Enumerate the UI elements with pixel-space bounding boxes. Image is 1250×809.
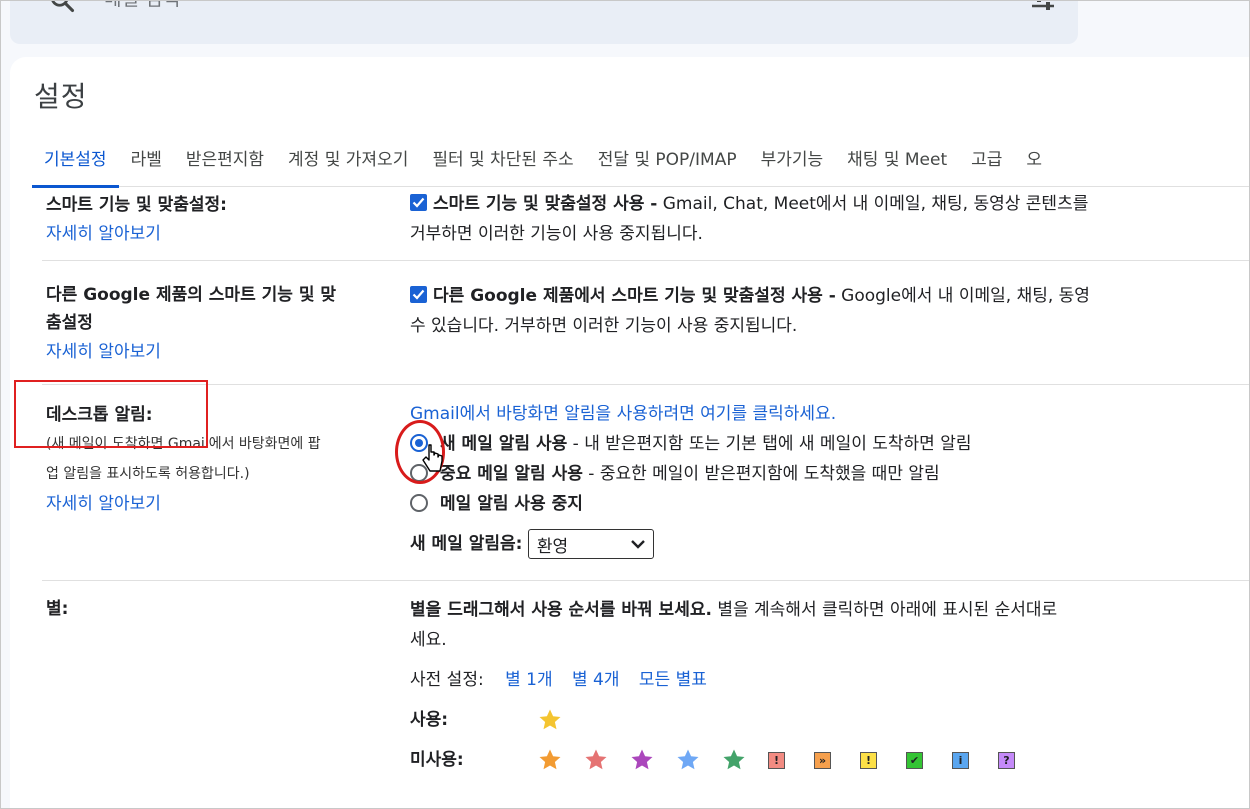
stars-row: 별: 별을 드래그해서 사용 순서를 바꿔 보세요. 별을 계속해서 클릭하면 … bbox=[42, 581, 1250, 809]
tab-forwarding-pop-imap[interactable]: 전달 및 POP/IMAP bbox=[586, 131, 749, 187]
yellow-star-icon[interactable] bbox=[538, 705, 584, 735]
search-options-icon[interactable] bbox=[1028, 0, 1058, 12]
chevron-down-icon bbox=[631, 540, 645, 549]
tab-inbox[interactable]: 받은편지함 bbox=[174, 131, 276, 187]
tab-accounts-import[interactable]: 계정 및 가져오기 bbox=[276, 131, 420, 187]
google-products-checkbox-label: 다른 Google 제품에서 스마트 기능 및 맞춤설정 사용 - bbox=[433, 286, 836, 306]
smart-features-label: 스마트 기능 및 맞춤설정: bbox=[46, 195, 227, 215]
orange-guillemet-icon-glyph: » bbox=[814, 751, 831, 769]
tab-chat-meet[interactable]: 채팅 및 Meet bbox=[835, 131, 959, 187]
green-check-icon-glyph: ✔ bbox=[906, 751, 923, 769]
yellow-bang-icon-glyph: ! bbox=[860, 751, 877, 769]
tab-general[interactable]: 기본설정 bbox=[32, 131, 119, 188]
search-icon[interactable] bbox=[48, 0, 76, 14]
orange-star-icon[interactable] bbox=[538, 745, 584, 775]
enable-desktop-notifications-link[interactable]: Gmail에서 바탕화면 알림을 사용하려면 여기를 클릭하세요. bbox=[410, 399, 1250, 429]
smart-features-description: Gmail, Chat, Meet에서 내 이메일, 채팅, 동영상 콘텐츠를 bbox=[657, 194, 1089, 214]
tab-addons[interactable]: 부가기능 bbox=[749, 131, 836, 187]
green-star-icon[interactable] bbox=[722, 745, 768, 775]
google-products-label: 다른 Google 제품의 스마트 기능 및 맞 bbox=[46, 285, 337, 305]
blue-star-icon[interactable] bbox=[676, 745, 722, 775]
new-mail-sound-select[interactable]: 환영 bbox=[527, 529, 654, 559]
stars-instruction-rest: 별을 계속해서 클릭하면 아래에 표시된 순서대로 bbox=[711, 600, 1058, 620]
mouse-cursor-icon bbox=[422, 444, 443, 472]
desktop-notifications-row: 데스크톱 알림: (새 메일이 도착하면 Gmail에서 바탕화면에 팝 업 알… bbox=[42, 385, 1250, 581]
important-mail-notifications-title: 중요 메일 알림 사용 bbox=[440, 464, 583, 484]
highlight-box bbox=[14, 380, 208, 448]
stars-instruction-bold: 별을 드래그해서 사용 순서를 바꿔 보세요. bbox=[410, 600, 712, 620]
yellow-bang-icon[interactable]: ! bbox=[860, 745, 906, 775]
purple-question-icon-glyph: ? bbox=[998, 751, 1015, 769]
search-input[interactable] bbox=[104, 0, 704, 12]
red-bang-icon-glyph: ! bbox=[768, 751, 785, 769]
new-mail-sound-value: 환영 bbox=[536, 537, 569, 557]
stars-label: 별: bbox=[46, 599, 69, 619]
stars-not-in-use-label: 미사용: bbox=[410, 750, 464, 770]
green-check-icon[interactable]: ✔ bbox=[906, 745, 952, 775]
blue-info-icon-glyph: i bbox=[952, 751, 969, 769]
smart-features-checkbox[interactable] bbox=[410, 194, 427, 211]
new-mail-notifications-desc: - 내 받은편지함 또는 기본 탭에 새 메일이 도착하면 알림 bbox=[567, 434, 972, 454]
google-products-label-2: 춤설정 bbox=[46, 313, 93, 333]
red-bang-icon[interactable]: ! bbox=[768, 745, 814, 775]
blue-info-icon[interactable]: i bbox=[952, 745, 998, 775]
preset-all-stars-link[interactable]: 모든 별표 bbox=[639, 670, 707, 690]
presets-label: 사전 설정: bbox=[410, 670, 484, 690]
preset-four-stars-link[interactable]: 별 4개 bbox=[572, 670, 620, 690]
google-products-description-2: 수 있습니다. 거부하면 이러한 기능이 사용 중지됩니다. bbox=[410, 316, 798, 336]
google-products-row: 다른 Google 제품의 스마트 기능 및 맞 춤설정 자세히 알아보기 다른… bbox=[42, 261, 1250, 385]
tab-offline[interactable]: 오 bbox=[1014, 131, 1054, 187]
google-products-help-link[interactable]: 자세히 알아보기 bbox=[46, 337, 336, 367]
page-title: 설정 bbox=[34, 80, 88, 113]
purple-star-icon[interactable] bbox=[630, 745, 676, 775]
stars-not-in-use-list: ! »! ✔ i? bbox=[538, 745, 1044, 775]
mail-notifications-off-radio[interactable] bbox=[410, 494, 428, 512]
search-bar[interactable] bbox=[10, 0, 1078, 44]
orange-guillemet-icon[interactable]: » bbox=[814, 745, 860, 775]
mail-notifications-off-title: 메일 알림 사용 중지 bbox=[440, 494, 583, 514]
new-mail-notifications-title: 새 메일 알림 사용 bbox=[440, 434, 568, 454]
stars-in-use-label: 사용: bbox=[410, 710, 449, 730]
stars-in-use-list bbox=[538, 705, 584, 735]
new-mail-sound-label: 새 메일 알림음: bbox=[410, 534, 523, 554]
smart-features-checkbox-label: 스마트 기능 및 맞춤설정 사용 - bbox=[433, 194, 658, 214]
stars-instruction-2: 세요. bbox=[410, 630, 447, 650]
google-products-description: Google에서 내 이메일, 채팅, 동영 bbox=[835, 286, 1090, 306]
smart-features-row: 스마트 기능 및 맞춤설정: 자세히 알아보기 스마트 기능 및 맞춤설정 사용… bbox=[42, 187, 1250, 261]
tab-advanced[interactable]: 고급 bbox=[959, 131, 1014, 187]
desktop-notifications-help-link[interactable]: 자세히 알아보기 bbox=[46, 489, 321, 519]
settings-tabs: 기본설정 라벨 받은편지함 계정 및 가져오기 필터 및 차단된 주소 전달 및… bbox=[32, 131, 1250, 188]
smart-features-help-link[interactable]: 자세히 알아보기 bbox=[46, 219, 227, 249]
google-products-checkbox[interactable] bbox=[410, 286, 427, 303]
purple-question-icon[interactable]: ? bbox=[998, 745, 1044, 775]
tab-filters-blocked[interactable]: 필터 및 차단된 주소 bbox=[420, 131, 585, 187]
smart-features-description-2: 거부하면 이러한 기능이 사용 중지됩니다. bbox=[410, 224, 703, 244]
desktop-notifications-subtext-2: 업 알림을 표시하도록 허용합니다.) bbox=[46, 466, 250, 482]
tab-labels[interactable]: 라벨 bbox=[119, 131, 174, 187]
red-star-icon[interactable] bbox=[584, 745, 630, 775]
preset-one-star-link[interactable]: 별 1개 bbox=[505, 670, 553, 690]
important-mail-notifications-desc: - 중요한 메일이 받은편지함에 도착했을 때만 알림 bbox=[582, 464, 940, 484]
